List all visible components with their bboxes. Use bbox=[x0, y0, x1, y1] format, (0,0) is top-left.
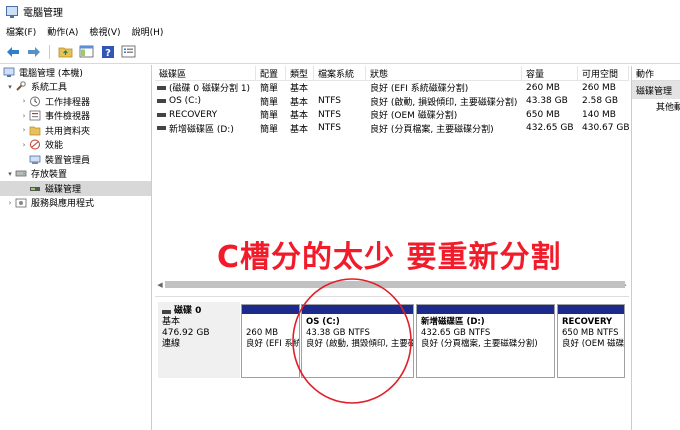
tree-item-event-viewer[interactable]: › 事件檢視器 bbox=[0, 109, 151, 124]
scrollbar-track[interactable] bbox=[165, 281, 625, 288]
volume-icon bbox=[157, 112, 166, 117]
collapse-chevron-icon[interactable]: › bbox=[19, 97, 29, 105]
table-row[interactable]: 新增磁碟區 (D:) 簡單 基本 NTFS 良好 (分頁檔案, 主要磁碟分割) … bbox=[155, 122, 629, 136]
performance-icon bbox=[29, 139, 41, 150]
scrollbar-thumb[interactable] bbox=[165, 281, 625, 288]
tree-item-storage[interactable]: ▾ 存放裝置 bbox=[0, 167, 151, 182]
tree-item-services-applications[interactable]: › 服務與應用程式 bbox=[0, 196, 151, 211]
collapse-chevron-icon[interactable]: › bbox=[19, 126, 29, 134]
volume-icon bbox=[157, 126, 166, 131]
forward-arrow-icon[interactable] bbox=[25, 43, 42, 60]
menu-bar: 檔案(F) 動作(A) 檢視(V) 說明(H) bbox=[0, 22, 680, 40]
partition-recovery[interactable]: RECOVERY 650 MB NTFS 良好 (OEM 磁碟分割) bbox=[557, 304, 625, 378]
scroll-left-icon[interactable]: ◀ bbox=[155, 281, 165, 289]
title-bar: 電腦管理 bbox=[0, 0, 680, 22]
tools-icon bbox=[15, 81, 27, 92]
tree-item-computer-management[interactable]: 電腦管理 (本機) bbox=[0, 65, 151, 80]
navigation-tree: 電腦管理 (本機) ▾ 系統工具 › 工作排程器 › 事件檢視器 › 共用資料夾… bbox=[0, 65, 152, 430]
horizontal-scrollbar[interactable]: ◀ ▶ bbox=[155, 279, 629, 290]
up-folder-icon[interactable] bbox=[57, 43, 74, 60]
column-header-filesystem[interactable]: 檔案系統 bbox=[314, 66, 366, 80]
partition-new-volume-d[interactable]: 新增磁碟區 (D:) 432.65 GB NTFS 良好 (分頁檔案, 主要磁碟… bbox=[416, 304, 555, 378]
partition-bar bbox=[417, 305, 554, 314]
volume-icon bbox=[157, 85, 166, 90]
volume-list-header: 磁碟區 配置 類型 檔案系統 狀態 容量 可用空間 bbox=[155, 66, 629, 81]
tree-item-disk-management[interactable]: 磁碟管理 bbox=[0, 181, 151, 196]
expand-chevron-icon[interactable]: ▾ bbox=[5, 83, 15, 91]
storage-icon bbox=[15, 168, 27, 179]
table-row[interactable]: OS (C:) 簡單 基本 NTFS 良好 (啟動, 損毀傾印, 主要磁碟分割)… bbox=[155, 95, 629, 109]
device-manager-icon bbox=[29, 154, 41, 165]
computer-icon bbox=[3, 67, 15, 78]
collapse-chevron-icon[interactable]: › bbox=[19, 112, 29, 120]
show-hide-tree-icon[interactable] bbox=[78, 43, 95, 60]
properties-icon[interactable] bbox=[120, 43, 137, 60]
menu-view[interactable]: 檢視(V) bbox=[89, 25, 120, 38]
shared-folder-icon bbox=[29, 125, 41, 136]
partition-bar bbox=[302, 305, 413, 314]
services-icon bbox=[15, 197, 27, 208]
more-actions-link[interactable]: 其他動作 bbox=[632, 99, 680, 113]
tree-item-system-tools[interactable]: ▾ 系統工具 bbox=[0, 80, 151, 95]
window-title: 電腦管理 bbox=[23, 7, 63, 19]
toolbar: ? bbox=[0, 40, 680, 64]
column-header-free-space[interactable]: 可用空間 bbox=[578, 66, 629, 80]
expand-chevron-icon[interactable]: ▾ bbox=[5, 170, 15, 178]
table-row[interactable]: RECOVERY 簡單 基本 NTFS 良好 (OEM 磁碟分割) 650 MB… bbox=[155, 108, 629, 122]
tree-item-performance[interactable]: › 效能 bbox=[0, 138, 151, 153]
back-arrow-icon[interactable] bbox=[4, 43, 21, 60]
volume-icon bbox=[157, 99, 166, 104]
event-viewer-icon bbox=[29, 110, 41, 121]
help-icon[interactable]: ? bbox=[99, 43, 116, 60]
annotation-text: C槽分的太少 要重新分割 bbox=[217, 240, 562, 275]
disk-management-icon bbox=[29, 183, 41, 194]
partition-efi[interactable]: 260 MB 良好 (EFI 系統磁碟分割) bbox=[241, 304, 300, 378]
disk-icon bbox=[162, 309, 171, 314]
partition-os-c[interactable]: OS (C:) 43.38 GB NTFS 良好 (啟動, 損毀傾印, 主要磁碟… bbox=[301, 304, 414, 378]
column-header-volume[interactable]: 磁碟區 bbox=[155, 66, 256, 80]
table-row[interactable]: (磁碟 0 磁碟分割 1) 簡單 基本 良好 (EFI 系統磁碟分割) 260 … bbox=[155, 81, 629, 95]
actions-pane: 動作 磁碟管理 其他動作 bbox=[631, 66, 680, 430]
tree-item-shared-folders[interactable]: › 共用資料夾 bbox=[0, 123, 151, 138]
menu-file[interactable]: 檔案(F) bbox=[6, 25, 36, 38]
column-header-capacity[interactable]: 容量 bbox=[522, 66, 578, 80]
column-header-layout[interactable]: 配置 bbox=[256, 66, 286, 80]
disk-0-label[interactable]: 磁碟 0 基本 476.92 GB 連線 bbox=[158, 302, 240, 378]
partition-bar bbox=[242, 305, 299, 314]
clock-icon bbox=[29, 96, 41, 107]
actions-header: 動作 bbox=[632, 66, 680, 81]
tree-item-device-manager[interactable]: 裝置管理員 bbox=[0, 152, 151, 167]
computer-management-icon bbox=[6, 6, 18, 18]
actions-section-disk-management[interactable]: 磁碟管理 bbox=[632, 81, 680, 99]
collapse-chevron-icon[interactable]: › bbox=[5, 199, 15, 207]
menu-action[interactable]: 動作(A) bbox=[47, 25, 78, 38]
tree-item-task-scheduler[interactable]: › 工作排程器 bbox=[0, 94, 151, 109]
partition-bar bbox=[558, 305, 624, 314]
toolbar-divider bbox=[49, 44, 50, 59]
svg-text:?: ? bbox=[105, 48, 111, 59]
column-header-status[interactable]: 狀態 bbox=[366, 66, 522, 80]
column-header-type[interactable]: 類型 bbox=[286, 66, 314, 80]
disk-graphical-view: 磁碟 0 基本 476.92 GB 連線 260 MB 良好 (EFI 系統磁碟… bbox=[155, 296, 629, 430]
menu-help[interactable]: 說明(H) bbox=[132, 25, 164, 38]
collapse-chevron-icon[interactable]: › bbox=[19, 141, 29, 149]
